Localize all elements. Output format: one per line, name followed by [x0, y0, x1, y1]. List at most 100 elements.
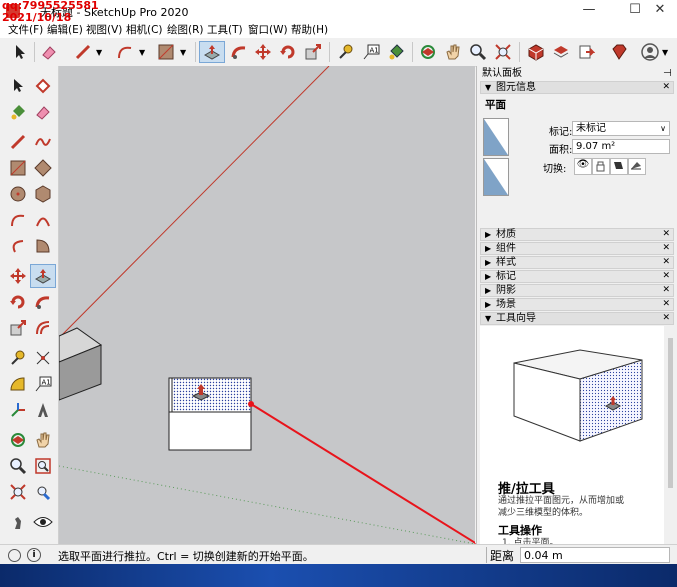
section-shadows[interactable]: ▶ 阴影 ✕: [480, 284, 674, 297]
menu-window[interactable]: 窗口(W): [245, 22, 291, 38]
zoom-extents-icon[interactable]: [6, 480, 30, 504]
make-component-icon[interactable]: [31, 74, 55, 98]
section-scenes[interactable]: ▶ 场景 ✕: [480, 298, 674, 311]
menu-help[interactable]: 帮助(H): [288, 22, 331, 38]
account-icon[interactable]: [639, 41, 661, 63]
zoom-window-icon[interactable]: [31, 454, 55, 478]
shape-dropdown-icon[interactable]: ▼: [180, 48, 186, 57]
status-bar: i 选取平面进行推拉。Ctrl = 切换创建新的开始平面。 距离 0.04 m: [0, 544, 677, 565]
instructor-scrollbar[interactable]: [666, 326, 675, 544]
zoom-tool-icon[interactable]: [467, 41, 489, 63]
look-around-icon[interactable]: [31, 510, 55, 534]
minimize-button[interactable]: —: [572, 0, 606, 22]
zoom-icon[interactable]: [6, 454, 30, 478]
menu-edit[interactable]: 编辑(E): [44, 22, 86, 38]
tape-measure-icon[interactable]: [6, 346, 30, 370]
move-tool-icon[interactable]: [252, 41, 274, 63]
tape-measure-tool-icon[interactable]: [335, 41, 357, 63]
paint-bucket-tool-icon[interactable]: [385, 41, 407, 63]
section-tags[interactable]: ▶ 标记 ✕: [480, 270, 674, 283]
text-tool-icon[interactable]: A1: [360, 41, 382, 63]
close-icon: ✕: [662, 229, 670, 239]
rectangle-icon[interactable]: [6, 156, 30, 180]
3d-warehouse-icon[interactable]: [525, 41, 547, 63]
rotate-icon[interactable]: [6, 290, 30, 314]
visibility-eye-icon[interactable]: 👁: [574, 158, 592, 175]
three-point-arc-icon[interactable]: [6, 234, 30, 258]
instructor-content: 推/拉工具 通过推拉平面图元，从而增加或 减少三维模型的体积。 工具操作 1. …: [480, 326, 664, 548]
back-material-swatch[interactable]: [483, 158, 509, 196]
paint-bucket-icon[interactable]: [6, 100, 30, 124]
section-styles[interactable]: ▶ 样式 ✕: [480, 256, 674, 269]
follow-me-icon[interactable]: [31, 290, 55, 314]
menu-camera[interactable]: 相机(C): [123, 22, 166, 38]
eraser-tool-icon[interactable]: [38, 41, 60, 63]
circle-icon[interactable]: [6, 182, 30, 206]
line-dropdown-icon[interactable]: ▼: [96, 48, 102, 57]
pie-icon[interactable]: [31, 234, 55, 258]
follow-me-tool-icon[interactable]: [228, 41, 250, 63]
line-icon[interactable]: [6, 130, 30, 154]
receive-shadow-icon[interactable]: [628, 158, 646, 175]
select-tool-icon[interactable]: [9, 41, 31, 63]
move-icon[interactable]: [6, 264, 30, 288]
close-icon[interactable]: ✕: [662, 82, 670, 93]
pan-tool-icon[interactable]: [442, 41, 464, 63]
protractor-icon[interactable]: [6, 372, 30, 396]
section-instructor[interactable]: ▼ 工具向导 ✕: [480, 312, 674, 325]
account-dropdown-icon[interactable]: ▼: [662, 48, 668, 57]
scale-tool-icon[interactable]: [302, 41, 324, 63]
position-camera-icon[interactable]: [31, 480, 55, 504]
tray-pin-icon[interactable]: ⊣: [663, 67, 672, 80]
entity-info-header[interactable]: ▼ 图元信息 ✕: [480, 81, 674, 94]
section-materials[interactable]: ▶ 材质 ✕: [480, 228, 674, 241]
menu-view[interactable]: 视图(V): [83, 22, 125, 38]
scroll-thumb[interactable]: [668, 338, 673, 488]
section-components[interactable]: ▶ 组件 ✕: [480, 242, 674, 255]
select-tool-icon[interactable]: [6, 74, 30, 98]
menu-file[interactable]: 文件(F): [5, 22, 46, 38]
push-pull-tool-icon[interactable]: [199, 41, 225, 63]
polygon-icon[interactable]: [31, 182, 55, 206]
rectangle-tool-icon[interactable]: [155, 41, 177, 63]
arc-dropdown-icon[interactable]: ▼: [139, 48, 145, 57]
toolbar-separator: [195, 42, 196, 62]
eraser-icon[interactable]: [31, 100, 55, 124]
zoom-extents-tool-icon[interactable]: [492, 41, 514, 63]
dimension-icon[interactable]: [31, 346, 55, 370]
info-icon[interactable]: i: [27, 548, 41, 562]
lock-icon[interactable]: [592, 158, 610, 175]
geolocation-icon[interactable]: [8, 549, 21, 562]
area-field[interactable]: 9.07 m²: [572, 139, 670, 154]
orbit-tool-icon[interactable]: [417, 41, 439, 63]
cast-shadow-icon[interactable]: [610, 158, 628, 175]
offset-icon[interactable]: [31, 316, 55, 340]
modeling-viewport[interactable]: [59, 66, 475, 544]
rotate-tool-icon[interactable]: [277, 41, 299, 63]
close-icon: ✕: [662, 257, 670, 267]
tag-select[interactable]: 未标记 ∨: [572, 121, 670, 136]
arc-icon[interactable]: [6, 208, 30, 232]
freehand-icon[interactable]: [31, 130, 55, 154]
line-tool-icon[interactable]: [72, 41, 94, 63]
pan-icon[interactable]: [31, 428, 55, 452]
rotated-rectangle-icon[interactable]: [31, 156, 55, 180]
walk-icon[interactable]: [6, 510, 30, 534]
text-icon[interactable]: A1: [31, 372, 55, 396]
measurement-input[interactable]: 0.04 m: [520, 547, 670, 563]
3d-text-icon[interactable]: [31, 398, 55, 422]
extension-warehouse-icon[interactable]: [575, 41, 597, 63]
menu-tools[interactable]: 工具(T): [204, 22, 246, 38]
axes-icon[interactable]: [6, 398, 30, 422]
scale-icon[interactable]: [6, 316, 30, 340]
two-point-arc-icon[interactable]: [31, 208, 55, 232]
arc-tool-icon[interactable]: [114, 41, 136, 63]
close-button[interactable]: ✕: [643, 0, 677, 22]
front-material-swatch[interactable]: [483, 118, 509, 156]
ruby-extension-icon[interactable]: [608, 41, 630, 63]
push-pull-icon[interactable]: [30, 264, 56, 288]
orbit-icon[interactable]: [6, 428, 30, 452]
os-taskbar: [0, 564, 677, 587]
share-model-icon[interactable]: [550, 41, 572, 63]
menu-draw[interactable]: 绘图(R): [164, 22, 207, 38]
